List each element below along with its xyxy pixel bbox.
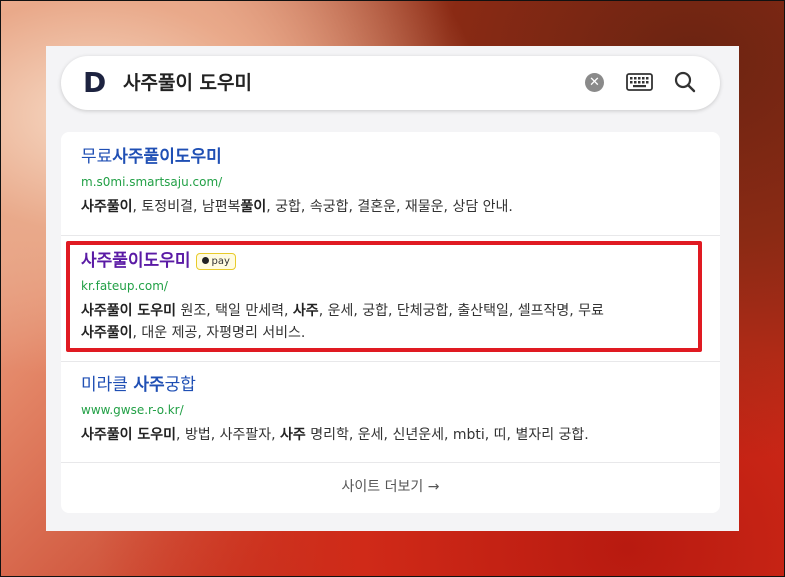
result-url[interactable]: m.s0mi.smartsaju.com/ <box>81 174 711 190</box>
search-icon[interactable] <box>673 70 697 94</box>
highlight-box <box>66 241 702 352</box>
result-item: 미라클 사주궁합 www.gwse.r-o.kr/ 사주풀이 도우미, 방법, … <box>81 374 711 446</box>
clear-search-icon[interactable]: ✕ <box>585 73 604 92</box>
result-description: 사주풀이, 토정비결, 남편복풀이, 궁합, 속궁합, 결혼운, 재물운, 상담… <box>81 199 513 215</box>
divider <box>61 235 720 236</box>
result-title-link[interactable]: 무료사주풀이도우미 <box>81 146 711 168</box>
result-item: 무료사주풀이도우미 m.s0mi.smartsaju.com/ 사주풀이, 토정… <box>81 146 711 218</box>
divider <box>61 361 720 362</box>
daum-logo-icon[interactable]: D <box>83 68 113 98</box>
result-url[interactable]: www.gwse.r-o.kr/ <box>81 402 711 418</box>
result-description: 사주풀이 도우미, 방법, 사주팔자, 사주 명리학, 운세, 신년운세, mb… <box>81 427 589 443</box>
divider <box>61 462 720 463</box>
result-title-link[interactable]: 미라클 사주궁합 <box>81 374 711 396</box>
more-sites-button[interactable]: 사이트 더보기 → <box>61 477 720 497</box>
search-input[interactable]: 사주풀이 도우미 <box>123 70 252 96</box>
search-bar[interactable]: D 사주풀이 도우미 ✕ <box>61 56 720 110</box>
keyboard-icon[interactable] <box>626 72 653 92</box>
